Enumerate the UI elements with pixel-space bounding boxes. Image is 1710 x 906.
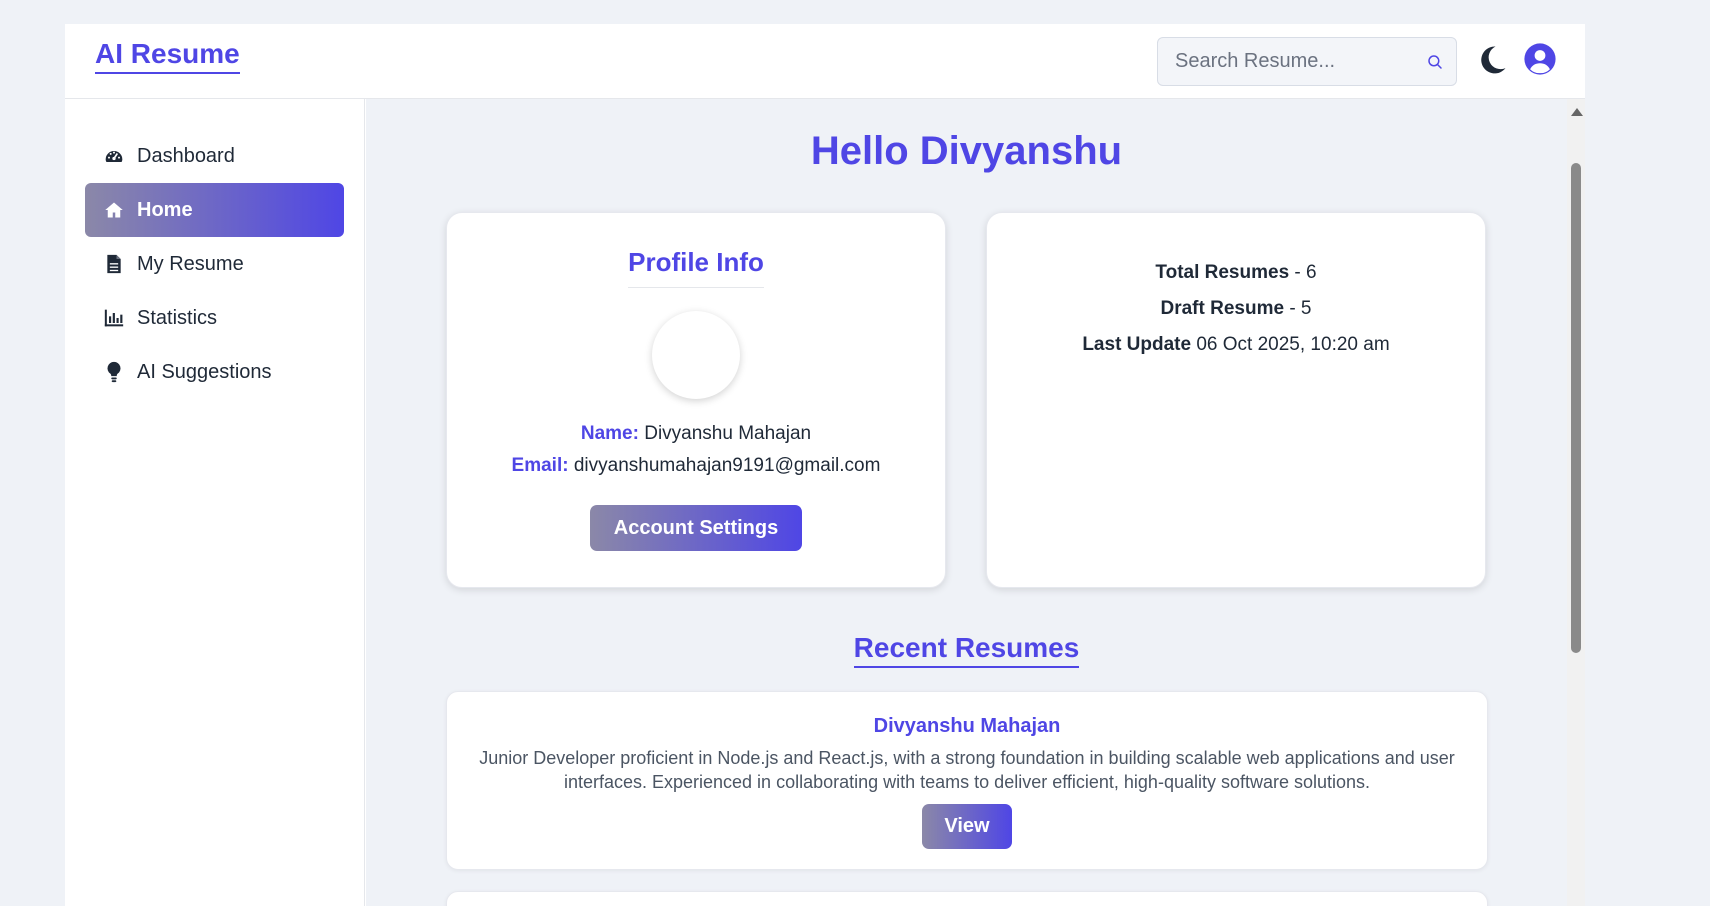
sidebar-item-label: Home bbox=[137, 198, 193, 221]
sidebar-item-statistics[interactable]: Statistics bbox=[85, 291, 344, 345]
total-resumes-label: Total Resumes bbox=[1155, 262, 1290, 283]
recent-resumes-title: Recent Resumes bbox=[853, 632, 1080, 668]
last-update-value: 06 Oct 2025, 10:20 am bbox=[1191, 334, 1390, 355]
name-value: Divyanshu Mahajan bbox=[644, 423, 812, 444]
scroll-up-arrow-icon[interactable] bbox=[1571, 108, 1583, 116]
sidebar-item-ai-suggestions[interactable]: AI Suggestions bbox=[85, 345, 344, 399]
main-scrollbar[interactable] bbox=[1567, 99, 1585, 906]
draft-resume-label: Draft Resume bbox=[1160, 298, 1285, 319]
dark-mode-toggle-moon-icon[interactable] bbox=[1475, 43, 1509, 77]
last-update-label: Last Update bbox=[1082, 334, 1192, 355]
sidebar-item-dashboard[interactable]: Dashboard bbox=[85, 129, 344, 183]
search-input[interactable] bbox=[1158, 38, 1418, 85]
gauge-icon bbox=[103, 145, 125, 167]
recent-resume-card bbox=[446, 891, 1488, 906]
sidebar-item-label: AI Suggestions bbox=[137, 360, 272, 383]
sidebar-item-label: Statistics bbox=[137, 306, 218, 329]
sidebar-item-label: My Resume bbox=[137, 252, 244, 275]
total-resumes-value: - 6 bbox=[1289, 262, 1317, 283]
search-icon[interactable] bbox=[1426, 53, 1444, 71]
user-avatar-icon[interactable] bbox=[1523, 42, 1557, 76]
scrollbar-thumb[interactable] bbox=[1571, 163, 1581, 653]
file-icon bbox=[103, 253, 125, 275]
resume-stats-card: Total Resumes - 6 Draft Resume - 5 Last … bbox=[986, 212, 1486, 588]
name-label: Name: bbox=[580, 423, 639, 444]
recent-resume-card: Divyanshu Mahajan Junior Developer profi… bbox=[446, 691, 1488, 870]
main-content: Hello Divyanshu Profile Info Name: Divya… bbox=[366, 99, 1567, 906]
profile-info-card: Profile Info Name: Divyanshu Mahajan Ema… bbox=[446, 212, 946, 588]
view-resume-button[interactable]: View bbox=[922, 804, 1012, 849]
home-icon bbox=[103, 199, 125, 221]
sidebar: Dashboard Home My Resume Statistics AI S… bbox=[65, 99, 365, 906]
sidebar-item-home[interactable]: Home bbox=[85, 183, 344, 237]
sidebar-item-my-resume[interactable]: My Resume bbox=[85, 237, 344, 291]
bar-chart-icon bbox=[103, 307, 125, 329]
total-resumes-stat: Total Resumes - 6 bbox=[987, 255, 1485, 291]
recent-resumes-heading: Recent Resumes bbox=[366, 632, 1567, 668]
lightbulb-icon bbox=[103, 361, 125, 383]
app-window: AI Resume Search Resume... Dashboard Hom… bbox=[65, 24, 1585, 906]
last-update-stat: Last Update 06 Oct 2025, 10:20 am bbox=[987, 327, 1485, 363]
top-bar: AI Resume bbox=[65, 24, 1585, 99]
profile-email-row: Email: divyanshumahajan9191@gmail.com bbox=[447, 455, 945, 477]
sidebar-item-label: Dashboard bbox=[137, 144, 235, 167]
resume-description: Junior Developer proficient in Node.js a… bbox=[479, 748, 1455, 792]
draft-resume-value: - 5 bbox=[1284, 298, 1312, 319]
search-box bbox=[1157, 37, 1457, 86]
resume-name[interactable]: Divyanshu Mahajan bbox=[447, 715, 1487, 738]
page-title: Hello Divyanshu bbox=[810, 129, 1123, 173]
account-settings-button[interactable]: Account Settings bbox=[590, 505, 802, 551]
email-label: Email: bbox=[511, 455, 569, 476]
profile-name-row: Name: Divyanshu Mahajan bbox=[447, 423, 945, 445]
email-value: divyanshumahajan9191@gmail.com bbox=[573, 455, 881, 476]
draft-resume-stat: Draft Resume - 5 bbox=[987, 291, 1485, 327]
profile-avatar bbox=[652, 311, 740, 399]
profile-info-title: Profile Info bbox=[628, 247, 764, 288]
brand-logo[interactable]: AI Resume bbox=[95, 38, 240, 74]
